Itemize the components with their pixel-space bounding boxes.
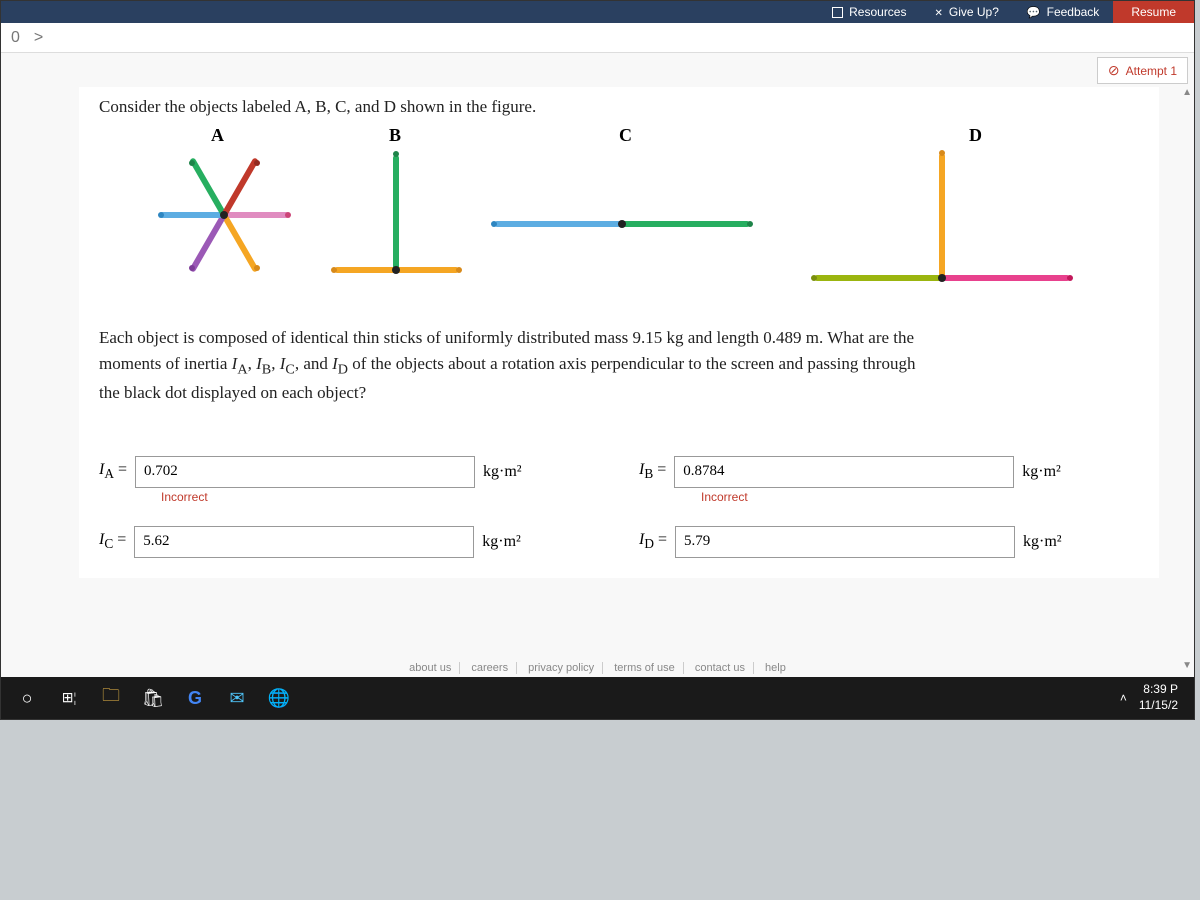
store-icon[interactable]: 🛍 xyxy=(135,680,171,716)
object-b xyxy=(334,145,464,285)
nav-forward-icon[interactable]: > xyxy=(34,29,43,47)
feedback-button[interactable]: Feedback xyxy=(1013,1,1113,23)
clock[interactable]: 8:39 P 11/15/2 xyxy=(1139,682,1178,713)
object-a xyxy=(159,150,289,280)
footer-about[interactable]: about us xyxy=(401,662,460,674)
resources-icon xyxy=(832,7,843,18)
google-icon[interactable]: G xyxy=(177,680,213,716)
answer-input-d[interactable] xyxy=(675,526,1015,558)
start-button[interactable]: ○ xyxy=(9,680,45,716)
feedback-b: Incorrect xyxy=(701,490,748,504)
answer-label-b: IB = xyxy=(639,461,666,482)
file-explorer-icon[interactable]: 🗀 xyxy=(93,680,129,716)
answer-row-b: IB = kg·m² Incorrect xyxy=(639,456,1139,488)
unit-a: kg·m² xyxy=(483,463,522,481)
giveup-label: Give Up? xyxy=(949,5,999,19)
footer-privacy[interactable]: privacy policy xyxy=(520,662,603,674)
figure-label-d: D xyxy=(969,125,982,146)
feedback-label: Feedback xyxy=(1047,5,1100,19)
attempt-badge: Attempt 1 xyxy=(1097,57,1188,84)
edge-icon[interactable]: 🌐 xyxy=(261,680,297,716)
resume-button[interactable]: Resume xyxy=(1113,1,1194,23)
answer-row-a: IA = kg·m² Incorrect xyxy=(99,456,599,488)
unit-d: kg·m² xyxy=(1023,533,1062,551)
figure-label-b: B xyxy=(389,125,401,146)
object-d xyxy=(779,153,1159,293)
unit-b: kg·m² xyxy=(1022,463,1061,481)
figure-label-c: C xyxy=(619,125,632,146)
close-icon xyxy=(934,5,942,19)
app-toolbar: Resources Give Up? Feedback Resume xyxy=(1,1,1194,23)
answer-row-d: ID = kg·m² xyxy=(639,526,1139,558)
footer-help[interactable]: help xyxy=(757,662,794,674)
answers-grid: IA = kg·m² Incorrect IB = kg·m² Incorrec… xyxy=(99,456,1139,558)
object-c xyxy=(494,215,754,235)
footer-careers[interactable]: careers xyxy=(463,662,517,674)
answer-input-a[interactable] xyxy=(135,456,475,488)
answer-input-c[interactable] xyxy=(134,526,474,558)
resume-label: Resume xyxy=(1131,5,1176,19)
mail-icon[interactable]: ✉ xyxy=(219,680,255,716)
figure: A B C D xyxy=(99,125,1139,315)
footer-contact[interactable]: contact us xyxy=(687,662,754,674)
answer-row-c: IC = kg·m² xyxy=(99,526,599,558)
resources-label: Resources xyxy=(849,5,906,19)
resources-button[interactable]: Resources xyxy=(818,1,920,23)
nav-zero: 0 xyxy=(11,29,20,47)
feedback-icon xyxy=(1027,5,1041,19)
taskbar: ○ ⊞¦ 🗀 🛍 G ✉ 🌐 ˄ 8:39 P 11/15/2 xyxy=(1,677,1194,719)
unit-c: kg·m² xyxy=(482,533,521,551)
answer-input-b[interactable] xyxy=(674,456,1014,488)
feedback-a: Incorrect xyxy=(161,490,208,504)
answer-label-d: ID = xyxy=(639,531,667,552)
task-view-icon[interactable]: ⊞¦ xyxy=(51,680,87,716)
footer-links: about us careers privacy policy terms of… xyxy=(1,662,1194,674)
scroll-up-icon[interactable]: ▲ xyxy=(1182,87,1192,98)
browser-nav: 0 > xyxy=(1,23,1194,53)
answer-label-a: IA = xyxy=(99,461,127,482)
footer-terms[interactable]: terms of use xyxy=(606,662,684,674)
figure-label-a: A xyxy=(211,125,224,146)
question-content: Consider the objects labeled A, B, C, an… xyxy=(79,87,1159,578)
giveup-button[interactable]: Give Up? xyxy=(920,1,1012,23)
prompt-paragraph: Each object is composed of identical thi… xyxy=(99,325,1139,406)
attempt-label: Attempt 1 xyxy=(1126,64,1177,78)
prompt-line-1: Consider the objects labeled A, B, C, an… xyxy=(99,97,1139,117)
tray-chevron-icon[interactable]: ˄ xyxy=(1120,691,1127,705)
answer-label-c: IC = xyxy=(99,531,126,552)
